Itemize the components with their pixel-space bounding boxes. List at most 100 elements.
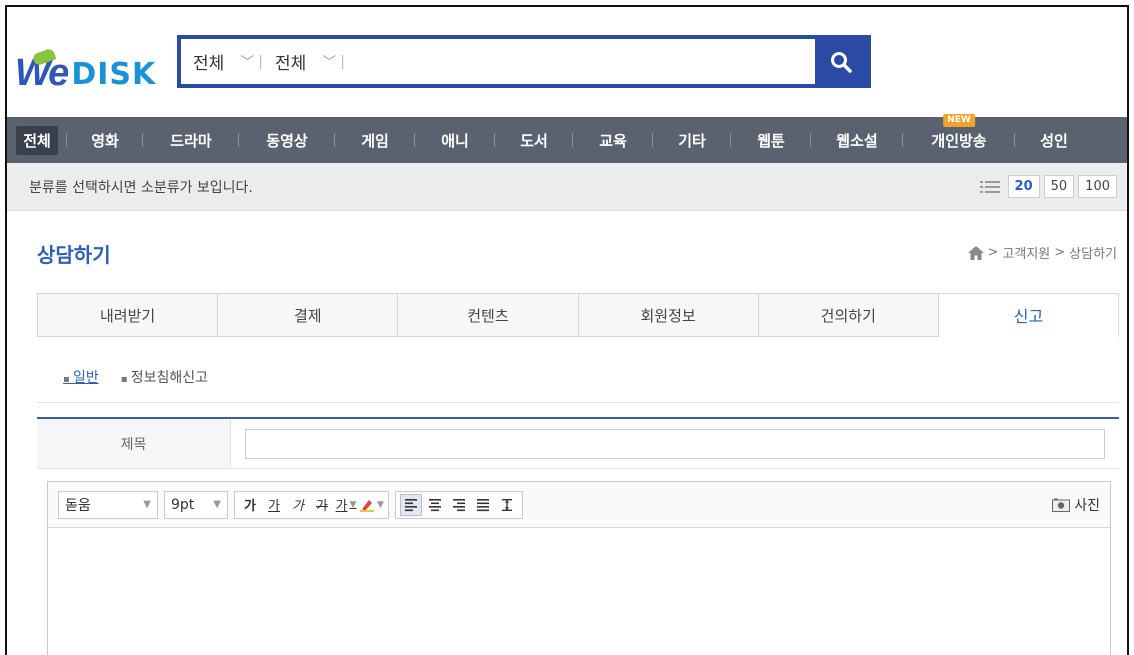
tab-3[interactable]: 회원정보 [578, 294, 759, 337]
subcategory-bar: 분류를 선택하시면 소분류가 보입니다. 20 50 100 [7, 163, 1127, 211]
search-box: 전체 ﹀ | 전체 ﹀ | [177, 35, 871, 88]
title-field-wrap [231, 419, 1119, 468]
per-page-20[interactable]: 20 [1007, 175, 1040, 198]
title-row: 제목 [37, 419, 1119, 469]
font-family-select[interactable]: 돋움 ▼ [58, 490, 158, 519]
category-label: 도서 [520, 131, 548, 150]
line-height-icon [501, 498, 512, 511]
category-6[interactable]: 도서 [495, 117, 573, 163]
font-color-button[interactable]: 가 ▼ [335, 494, 357, 516]
editor-body[interactable] [48, 528, 1110, 655]
align-right-icon [452, 498, 465, 511]
category-label: 개인방송 [931, 131, 987, 150]
title-input[interactable] [245, 428, 1105, 459]
camera-icon [1052, 498, 1071, 512]
breadcrumb: > 고객지원 > 상담하기 [967, 243, 1117, 262]
search-input[interactable] [345, 39, 815, 84]
tab-0[interactable]: 내려받기 [38, 294, 219, 337]
category-1[interactable]: 영화 [67, 117, 143, 163]
align-justify-button[interactable] [472, 494, 494, 516]
align-left-icon [404, 498, 417, 511]
breadcrumb-item-consult[interactable]: 상담하기 [1069, 243, 1117, 262]
category-label: 동영상 [266, 131, 308, 150]
tab-1[interactable]: 결제 [218, 294, 399, 337]
align-center-icon [428, 498, 441, 511]
insert-photo-label: 사진 [1074, 497, 1100, 514]
line-height-button[interactable] [496, 494, 518, 516]
subtab-general[interactable]: 일반 [63, 367, 99, 387]
page-frame: We DISK 전체 ﹀ | 전체 ﹀ | 전체영화드라마동영상게임애 [5, 5, 1129, 655]
chevron-down-icon: ﹀ [322, 54, 337, 71]
divider [37, 402, 1119, 403]
category-label: 드라마 [170, 131, 212, 150]
category-8[interactable]: 기타 [653, 117, 731, 163]
category-label: 성인 [1040, 131, 1068, 150]
consult-tabs: 내려받기 결제 컨텐츠 회원정보 건의하기 신고 [37, 293, 1119, 337]
category-label: 애니 [441, 131, 469, 150]
font-size-value: 9pt [171, 496, 195, 513]
breadcrumb-sep: > [1054, 245, 1066, 260]
category-label: 영화 [91, 131, 119, 150]
underline-button[interactable]: 가 [263, 494, 285, 516]
font-color-label: 가 [335, 499, 348, 514]
new-badge: NEW [943, 114, 975, 127]
per-page-selector: 20 50 100 [979, 175, 1117, 198]
font-family-value: 돋움 [65, 497, 91, 514]
chevron-down-icon: ﹀ [240, 54, 255, 71]
category-2[interactable]: 드라마 [143, 117, 239, 163]
per-page-50[interactable]: 50 [1043, 175, 1075, 198]
chevron-down-icon: ▼ [213, 499, 221, 510]
category-12[interactable]: 성인 [1015, 117, 1093, 163]
search-category-select-2[interactable]: 전체 ﹀ | [263, 39, 345, 84]
search-category-2-value: 전체 [275, 54, 307, 74]
list-icon [979, 180, 1000, 193]
category-label: 기타 [678, 131, 706, 150]
strikethrough-button[interactable]: 가 [311, 494, 333, 516]
bold-button[interactable]: 가 [239, 494, 261, 516]
category-label: 웹툰 [757, 131, 785, 150]
category-9[interactable]: 웹툰 [731, 117, 811, 163]
category-7[interactable]: 교육 [573, 117, 653, 163]
align-group [394, 490, 523, 519]
logo[interactable]: We DISK [15, 43, 156, 93]
italic-button[interactable]: 가 [287, 494, 309, 516]
category-4[interactable]: 게임 [335, 117, 415, 163]
highlight-button[interactable]: ▼ [359, 494, 384, 516]
text-style-group: 가 가 가 가 가 ▼ ▼ [234, 490, 389, 519]
font-size-select[interactable]: 9pt ▼ [164, 490, 228, 519]
breadcrumb-sep: > [987, 245, 999, 260]
category-label: 웹소설 [836, 131, 878, 150]
breadcrumb-item-support[interactable]: 고객지원 [1002, 243, 1050, 262]
tab-4[interactable]: 건의하기 [758, 294, 939, 337]
category-label: 전체 [16, 125, 58, 155]
editor: 돋움 ▼ 9pt ▼ 가 가 가 가 가 ▼ ▼ 사진 [47, 481, 1111, 655]
chevron-down-icon: ▼ [377, 499, 384, 510]
subcategory-message: 분류를 선택하시면 소분류가 보입니다. [29, 179, 253, 196]
search-icon [831, 51, 852, 73]
logo-disk: DISK [71, 57, 157, 92]
category-5[interactable]: 애니 [415, 117, 495, 163]
per-page-100[interactable]: 100 [1078, 175, 1117, 198]
title-label: 제목 [37, 419, 231, 468]
align-right-button[interactable] [448, 494, 470, 516]
category-10[interactable]: 웹소설 [811, 117, 903, 163]
search-button[interactable] [815, 39, 867, 84]
editor-toolbar: 돋움 ▼ 9pt ▼ 가 가 가 가 가 ▼ ▼ 사진 [48, 482, 1110, 528]
report-subtabs: 일반 정보침해신고 [63, 367, 208, 387]
highlight-pen-icon [360, 499, 374, 512]
category-label: 게임 [361, 131, 389, 150]
subtab-privacy-report[interactable]: 정보침해신고 [121, 367, 208, 387]
align-left-button[interactable] [399, 493, 422, 516]
search-category-select-1[interactable]: 전체 ﹀ | [181, 39, 263, 84]
category-11[interactable]: 개인방송 NEW [903, 114, 1015, 163]
tab-5[interactable]: 신고 [938, 294, 1119, 337]
header: We DISK 전체 ﹀ | 전체 ﹀ | [7, 7, 1127, 115]
category-0[interactable]: 전체 [7, 117, 67, 163]
insert-photo-button[interactable]: 사진 [1052, 495, 1100, 515]
chevron-down-icon: ▼ [349, 499, 357, 510]
category-3[interactable]: 동영상 [239, 117, 335, 163]
align-center-button[interactable] [424, 494, 446, 516]
home-icon[interactable] [967, 245, 984, 260]
tab-2[interactable]: 컨텐츠 [398, 294, 579, 337]
page-title: 상담하기 [37, 243, 111, 267]
